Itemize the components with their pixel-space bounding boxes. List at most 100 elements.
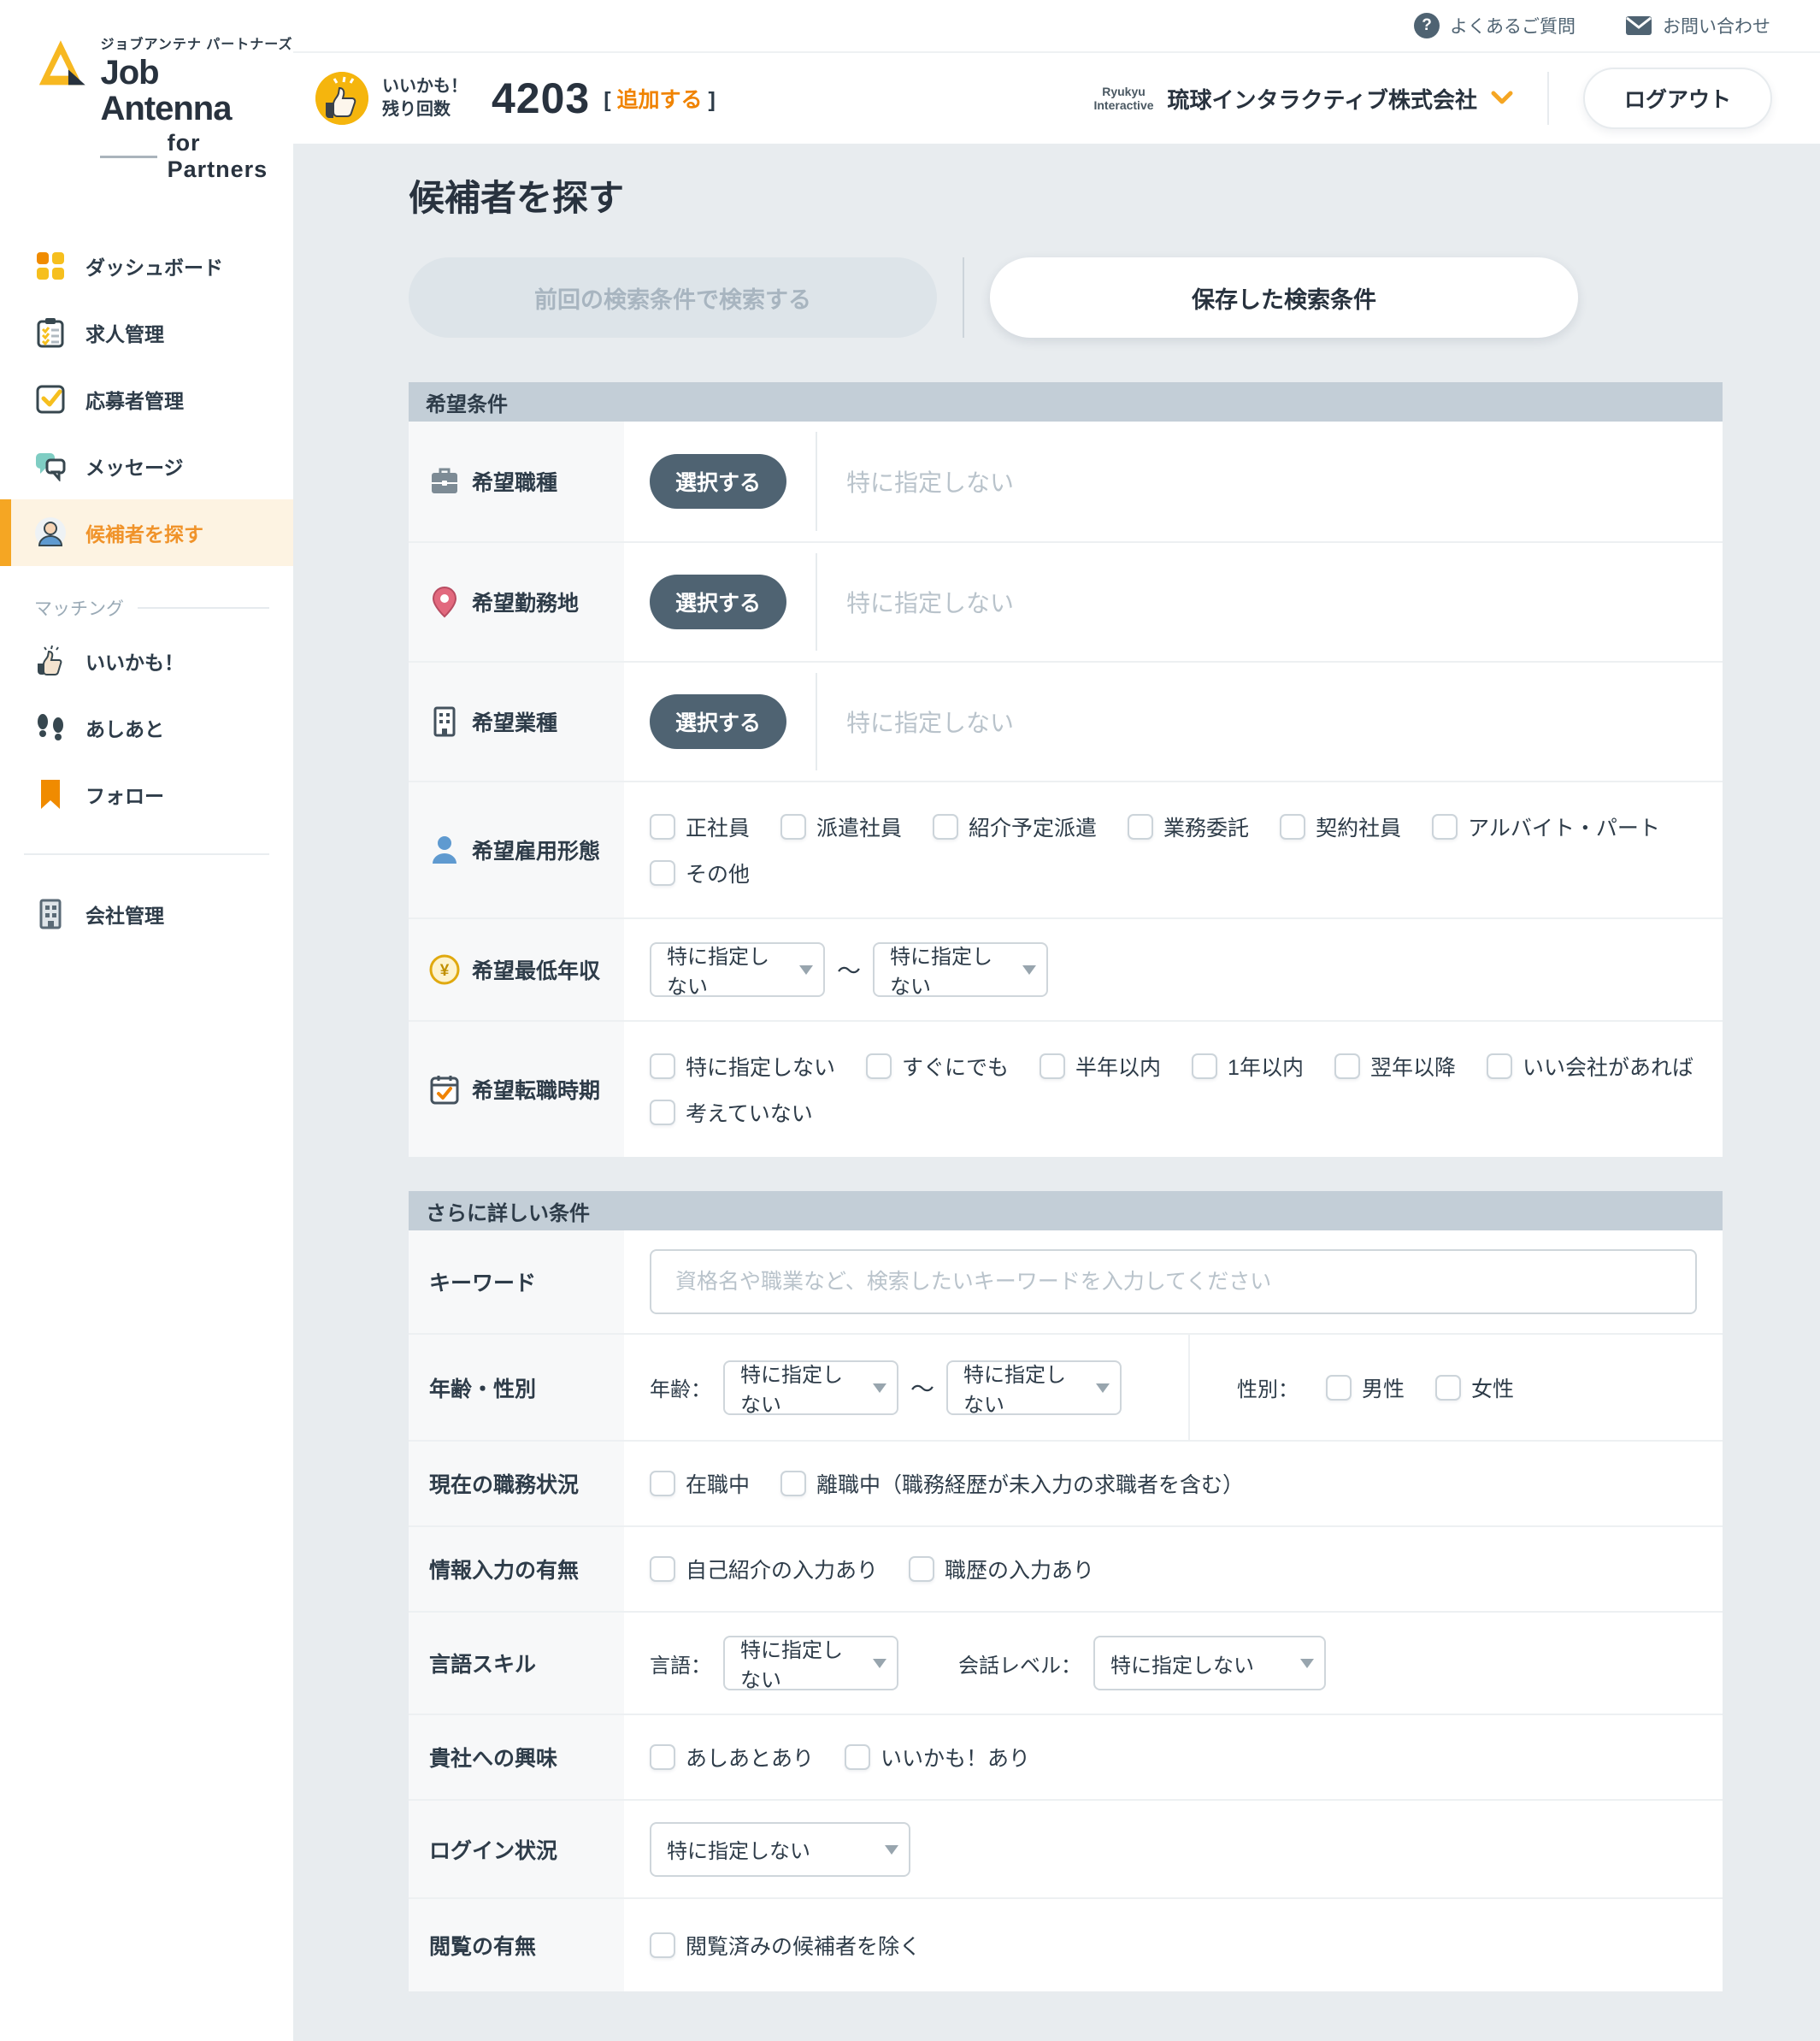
sidebar-item-applicants[interactable]: 応募者管理 [0, 366, 293, 433]
select-button[interactable]: 選択する [650, 454, 786, 509]
checkbox-box[interactable] [650, 814, 675, 840]
search-actions: 前回の検索条件で検索する 保存した検索条件 [409, 257, 1723, 338]
checkbox-option[interactable]: すぐにでも [866, 1051, 1009, 1082]
add-likes-link[interactable]: [ 追加する ] [604, 83, 716, 114]
checkbox-box[interactable] [1192, 1053, 1217, 1079]
checkbox-option[interactable]: 在職中 [650, 1468, 750, 1499]
saved-search-button[interactable]: 保存した検索条件 [990, 257, 1578, 338]
checkbox-option[interactable]: 女性 [1435, 1372, 1514, 1403]
salary-from-select[interactable]: 特に指定しない [650, 942, 825, 997]
select-button[interactable]: 選択する [650, 575, 786, 629]
checkbox-option[interactable]: あしあとあり [650, 1742, 814, 1773]
checkbox-box[interactable] [1128, 814, 1153, 840]
checkbox-option[interactable]: 男性 [1326, 1372, 1405, 1403]
checkbox-box[interactable] [650, 1471, 675, 1496]
value-placeholder: 特に指定しない [846, 464, 1014, 498]
checkbox-box[interactable] [1432, 814, 1458, 840]
sidebar-item-messages[interactable]: メッセージ [0, 433, 293, 499]
checkbox-option[interactable]: 翌年以降 [1334, 1051, 1456, 1082]
age-to-select[interactable]: 特に指定しない [946, 1360, 1122, 1415]
checkbox-box[interactable] [650, 1556, 675, 1582]
keyword-input[interactable] [650, 1249, 1697, 1314]
checkbox-option[interactable]: 職歴の入力あり [909, 1554, 1094, 1584]
checkbox-option[interactable]: 考えていない [650, 1097, 813, 1128]
sidebar-item-search-candidates[interactable]: 候補者を探す [0, 499, 293, 566]
row-desired-location: 希望勤務地 選択する 特に指定しない [409, 541, 1723, 661]
row-label: 希望雇用形態 [472, 835, 600, 865]
select-button[interactable]: 選択する [650, 694, 786, 749]
footprints-icon [34, 711, 67, 744]
checkbox-box[interactable] [650, 1932, 675, 1958]
login-status-select[interactable]: 特に指定しない [650, 1822, 910, 1877]
checkbox-box[interactable] [780, 1471, 806, 1496]
sidebar-item-company-admin[interactable]: 会社管理 [0, 881, 293, 947]
logo-dash [100, 156, 156, 158]
sidebar-item-label: あしあと [85, 713, 164, 742]
checkbox-box[interactable] [1487, 1053, 1512, 1079]
checkbox-option[interactable]: 契約社員 [1280, 811, 1401, 842]
select-value: 特に指定しない [667, 940, 789, 1000]
faq-link[interactable]: ? よくあるご質問 [1414, 13, 1576, 38]
checkbox-box[interactable] [650, 1053, 675, 1079]
checkbox-box[interactable] [1435, 1375, 1461, 1401]
sidebar-item-dashboard[interactable]: ダッシュボード [0, 233, 293, 299]
checkbox-box[interactable] [1326, 1375, 1352, 1401]
checkbox-label: すぐにでも [902, 1051, 1009, 1082]
checkbox-box[interactable] [650, 860, 675, 886]
contact-link[interactable]: お問い合わせ [1625, 13, 1770, 38]
checkbox-option[interactable]: アルバイト・パート [1432, 811, 1660, 842]
company-selector[interactable]: Ryukyu Interactive 琉球インタラクティブ株式会社 [1093, 83, 1513, 115]
checkbox-option[interactable]: その他 [650, 858, 750, 888]
contact-label: お問い合わせ [1663, 13, 1770, 38]
age-from-select[interactable]: 特に指定しない [723, 1360, 898, 1415]
row-label: 閲覧の有無 [429, 1930, 536, 1961]
chevron-down-icon[interactable] [1491, 91, 1513, 106]
checkbox-option[interactable]: 正社員 [650, 811, 750, 842]
logout-button[interactable]: ログアウト [1583, 68, 1772, 129]
checkbox-box[interactable] [650, 1100, 675, 1125]
previous-search-button[interactable]: 前回の検索条件で検索する [409, 257, 937, 338]
row-desired-salary: ¥ 希望最低年収 特に指定しない ～ 特に指定しない [409, 917, 1723, 1020]
row-label: ログイン状況 [429, 1834, 557, 1865]
checkbox-box[interactable] [1280, 814, 1305, 840]
conversation-level-select[interactable]: 特に指定しない [1093, 1636, 1326, 1690]
checkbox-label: 1年以内 [1228, 1051, 1304, 1082]
checkbox-box[interactable] [650, 1744, 675, 1770]
checkbox-label: アルバイト・パート [1468, 811, 1660, 842]
like-label-line1: いいかも！ [382, 75, 468, 98]
checkbox-option[interactable]: 業務委託 [1128, 811, 1249, 842]
checkbox-option[interactable]: 1年以内 [1192, 1051, 1304, 1082]
checkbox-option[interactable]: 派遣社員 [780, 811, 902, 842]
job-status-options: 在職中 離職中（職務経歴が未入力の求職者を含む） [650, 1468, 1244, 1499]
sidebar-item-label: フォロー [85, 780, 164, 809]
checkbox-option[interactable]: いい会社があれば [1487, 1051, 1693, 1082]
sidebar-item-jobs[interactable]: 求人管理 [0, 299, 293, 366]
checkbox-label: 女性 [1471, 1372, 1514, 1403]
checkbox-option[interactable]: 離職中（職務経歴が未入力の求職者を含む） [780, 1468, 1244, 1499]
sidebar-item-follow[interactable]: フォロー [0, 761, 293, 828]
checkbox-label: 紹介予定派遣 [969, 811, 1097, 842]
checkbox-box[interactable] [933, 814, 958, 840]
sidebar-item-iikamo[interactable]: いいかも！ [0, 628, 293, 694]
checkbox-box[interactable] [1334, 1053, 1360, 1079]
row-job-status: 現在の職務状況 在職中 離職中（職務経歴が未入力の求職者を含む） [409, 1440, 1723, 1525]
checkbox-option[interactable]: 特に指定しない [650, 1051, 835, 1082]
checkbox-option[interactable]: 紹介予定派遣 [933, 811, 1097, 842]
section-divider [138, 607, 269, 609]
sidebar-item-ashiato[interactable]: あしあと [0, 694, 293, 761]
checkbox-option[interactable]: 閲覧済みの候補者を除く [650, 1930, 921, 1961]
checkbox-box[interactable] [866, 1053, 892, 1079]
language-select[interactable]: 特に指定しない [723, 1636, 898, 1690]
check-square-icon [34, 383, 67, 416]
checkbox-option[interactable]: 自己紹介の入力あり [650, 1554, 878, 1584]
caret-down-icon [873, 1383, 886, 1393]
checkbox-box[interactable] [909, 1556, 934, 1582]
checkbox-option[interactable]: いいかも！あり [845, 1742, 1030, 1773]
checkbox-box[interactable] [1040, 1053, 1065, 1079]
checkbox-box[interactable] [845, 1744, 870, 1770]
checkbox-option[interactable]: 半年以内 [1040, 1051, 1161, 1082]
row-label: 希望転職時期 [472, 1074, 600, 1105]
salary-to-select[interactable]: 特に指定しない [873, 942, 1048, 997]
checkbox-box[interactable] [780, 814, 806, 840]
value-placeholder: 特に指定しない [846, 585, 1014, 619]
